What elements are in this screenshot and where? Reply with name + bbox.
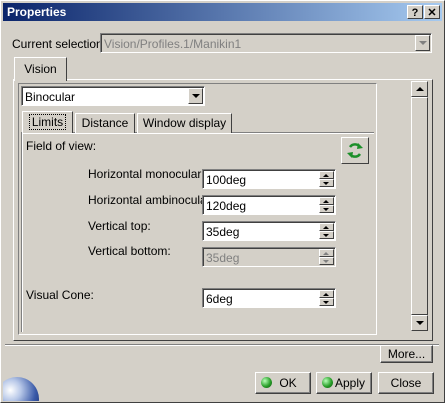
horizontal-monocular-spinner[interactable] [319,171,334,187]
visual-cone-label: Visual Cone: [26,288,94,302]
visual-cone-spinner[interactable] [319,290,334,306]
title-bar: Properties ? ✕ [3,3,442,21]
current-selection-field: Vision/Profiles.1/Manikin1 [100,33,432,53]
current-selection-value: Vision/Profiles.1/Manikin1 [104,37,242,51]
current-selection-label: Current selection : [12,37,110,51]
footer-separator [5,344,439,346]
tab-window-display[interactable]: Window display [137,113,232,133]
tab-limits[interactable]: Limits [22,111,73,133]
vision-mode-dropdown-button[interactable] [188,88,203,104]
vertical-top-field[interactable]: 35deg [202,221,336,241]
spin-down-button[interactable] [319,231,334,239]
vertical-bottom-field: 35deg [202,247,336,267]
visual-cone-value: 6deg [206,292,233,306]
spin-up-button[interactable] [319,290,334,298]
refresh-button[interactable] [341,137,369,164]
tab-distance[interactable]: Distance [75,113,135,133]
scroll-thumb[interactable] [411,97,428,315]
properties-window: Properties ? ✕ Current selection : Visio… [0,0,445,403]
horizontal-ambinocular-label: Horizontal ambinocular: [88,193,215,207]
horizontal-monocular-label: Horizontal monocular: [88,167,205,181]
spin-up-button[interactable] [319,171,334,179]
apply-button[interactable]: Apply [316,372,372,394]
spin-up-button [319,249,334,257]
spin-down-button[interactable] [319,298,334,306]
scroll-down-button[interactable] [411,315,428,331]
chevron-down-icon [416,321,424,325]
horizontal-ambinocular-spinner[interactable] [319,197,334,213]
vertical-top-value: 35deg [206,225,240,239]
spin-up-button[interactable] [319,197,334,205]
vertical-top-label: Vertical top: [88,219,151,233]
tab-limits-label: Limits [28,114,67,130]
visual-cone-field[interactable]: 6deg [202,288,336,308]
spin-up-button[interactable] [319,223,334,231]
chevron-up-icon [416,87,424,91]
window-title: Properties [7,5,67,19]
vertical-bottom-spinner [319,249,334,265]
vertical-top-spinner[interactable] [319,223,334,239]
field-of-view-heading: Field of view: [26,139,97,153]
vertical-bottom-value: 35deg [206,251,240,265]
tab-vision[interactable]: Vision [14,57,67,81]
help-button[interactable]: ? [407,5,423,19]
chevron-down-icon [192,94,200,98]
green-ball-icon [322,377,333,388]
horizontal-ambinocular-value: 120deg [206,199,247,213]
horizontal-ambinocular-field[interactable]: 120deg [202,195,336,215]
horizontal-monocular-value: 100deg [206,173,247,187]
green-ball-icon [261,377,272,388]
horizontal-monocular-field[interactable]: 100deg [202,169,336,189]
current-selection-dropdown-button [415,35,430,51]
spin-down-button[interactable] [319,179,334,187]
tab-window-display-label: Window display [142,116,227,130]
chevron-down-icon [419,41,427,45]
spin-down-button [319,257,334,265]
ok-button-label: OK [279,376,297,390]
close-button-label: Close [390,376,422,390]
ok-button[interactable]: OK [255,372,311,394]
more-button-label: More... [387,347,426,361]
globe-logo [3,369,41,401]
subtab-panel-left-edge [21,132,23,332]
spin-down-button[interactable] [319,205,334,213]
more-button[interactable]: More... [380,345,433,363]
tab-vision-label: Vision [24,62,57,76]
close-button[interactable]: Close [378,372,434,394]
close-window-button[interactable]: ✕ [424,5,440,19]
vision-mode-value: Binocular [25,90,76,104]
vertical-bottom-label: Vertical bottom: [88,244,171,258]
vision-mode-dropdown[interactable]: Binocular [21,86,205,106]
vertical-scrollbar[interactable] [411,81,428,331]
apply-button-label: Apply [334,376,366,390]
tab-distance-label: Distance [81,116,129,130]
refresh-icon [347,143,363,158]
scroll-up-button[interactable] [411,81,428,97]
